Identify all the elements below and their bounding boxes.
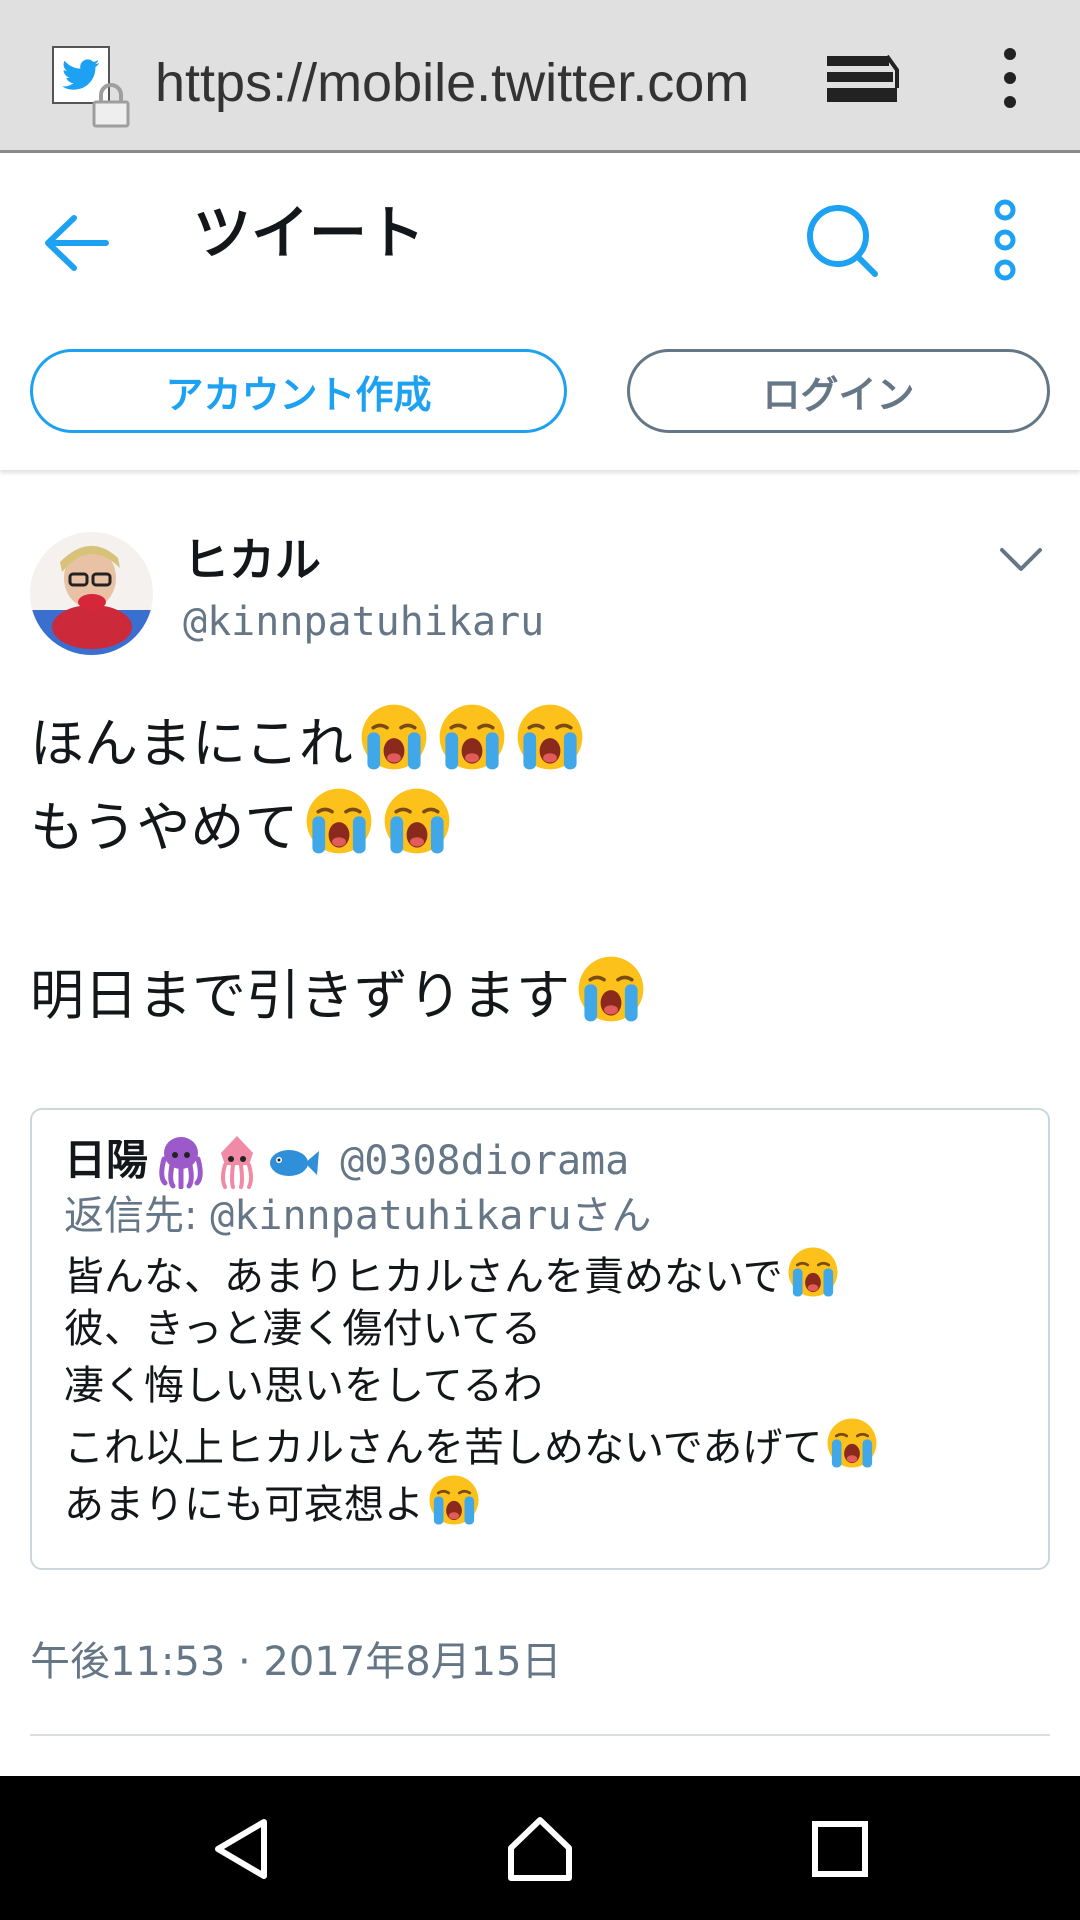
reply-to-handle[interactable]: @kinnpatuhikaru <box>210 1193 571 1239</box>
loudly-crying-face-emoji-icon <box>439 704 505 770</box>
browser-toolbar: https://mobile.twitter.com <box>0 0 1080 153</box>
signup-button[interactable]: アカウント作成 <box>30 349 567 433</box>
loudly-crying-face-emoji-icon <box>788 1247 838 1297</box>
browser-menu-icon[interactable] <box>995 46 1025 110</box>
loudly-crying-face-emoji-icon <box>361 704 427 770</box>
squid-emoji-icon <box>221 1135 254 1189</box>
quoted-author-name: 日陽 <box>64 1135 149 1185</box>
tweet-text: ほんまにこれ もうやめて 明日まで引きずります <box>30 700 1050 1036</box>
lock-icon <box>92 83 130 128</box>
tweet-line: ほんまにこれ <box>30 700 1050 784</box>
page-title: ツイート <box>193 199 426 267</box>
site-security-indicator[interactable] <box>52 46 134 128</box>
quoted-tweet-header: 日陽 @0308diorama <box>64 1132 1016 1189</box>
system-navigation-bar <box>0 1776 1080 1920</box>
tweet-line: もうやめて <box>30 784 1050 868</box>
quoted-author-handle: @0308diorama <box>340 1137 630 1184</box>
loudly-crying-face-emoji-icon <box>385 788 450 854</box>
quoted-line: あまりにも可哀想よ <box>64 1472 1016 1529</box>
loudly-crying-face-emoji-icon <box>429 1475 479 1525</box>
author-handle[interactable]: @kinnpatuhikaru <box>183 594 544 650</box>
loudly-crying-face-emoji-icon <box>578 956 644 1022</box>
fish-emoji-icon <box>270 1149 320 1176</box>
author-name[interactable]: ヒカル <box>183 530 321 590</box>
quoted-tweet-card[interactable]: 日陽 @0308diorama 返信先: @kinnpatuhikaruさん 皆… <box>30 1108 1050 1570</box>
nav-back-icon[interactable] <box>206 1814 276 1884</box>
reply-to-line: 返信先: @kinnpatuhikaruさん <box>64 1193 652 1239</box>
back-arrow-icon[interactable] <box>40 208 115 278</box>
tabs-icon[interactable] <box>825 50 901 106</box>
loudly-crying-face-emoji-icon <box>307 788 372 854</box>
octopus-emoji-icon <box>159 1136 203 1189</box>
address-bar-url[interactable]: https://mobile.twitter.com <box>155 48 770 118</box>
nav-home-icon[interactable] <box>505 1814 575 1884</box>
app-header: ツイート アカウント作成 ログイン <box>0 153 1080 470</box>
more-options-icon[interactable] <box>985 198 1025 283</box>
login-button[interactable]: ログイン <box>627 349 1050 433</box>
quoted-line: 彼、きっと凄く傷付いてる <box>64 1306 542 1352</box>
quoted-line: これ以上ヒカルさんを苦しめないであげて <box>64 1415 1016 1472</box>
quoted-line: 凄く悔しい思いをしてるわ <box>64 1363 543 1409</box>
quoted-line: 皆んな、あまりヒカルさんを責めないで <box>64 1244 1016 1301</box>
chevron-down-icon[interactable] <box>998 540 1044 580</box>
divider <box>30 1734 1050 1736</box>
nav-recents-icon[interactable] <box>805 1814 875 1884</box>
tweet-line: 明日まで引きずります <box>30 952 1050 1036</box>
loudly-crying-face-emoji-icon <box>827 1418 877 1468</box>
avatar[interactable] <box>30 532 153 655</box>
tweet-timestamp[interactable]: 午後11:53 · 2017年8月15日 <box>30 1632 562 1692</box>
loudly-crying-face-emoji-icon <box>517 704 583 770</box>
search-icon[interactable] <box>805 201 880 281</box>
